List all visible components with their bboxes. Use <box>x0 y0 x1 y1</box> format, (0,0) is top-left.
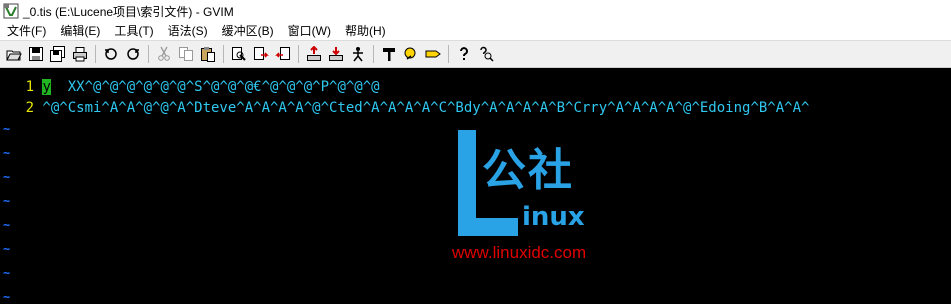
empty-line-marker: ~ <box>3 218 11 232</box>
print-icon <box>73 47 87 62</box>
redo-icon <box>127 48 139 60</box>
cut-icon <box>158 46 170 61</box>
copy-button[interactable] <box>175 43 197 65</box>
menu-buffers[interactable]: 缓冲区(B) <box>215 22 281 40</box>
line-text: XX^@^@^@^@^@^@^S^@^@^@€^@^@^@^P^@^@^@ <box>50 79 380 95</box>
tag-jump-icon <box>425 50 441 58</box>
watermark-logo-l-base <box>458 218 518 236</box>
save-icon <box>29 47 43 61</box>
load-session-button[interactable] <box>303 43 325 65</box>
make-button[interactable] <box>378 43 400 65</box>
linuxidc-watermark: 公社 inux www.linuxidc.com <box>452 130 622 270</box>
save-session-icon <box>329 47 343 61</box>
line-number: 1 <box>25 79 34 95</box>
window-title: _0.tis (E:\Lucene项目\索引文件) - GVIM <box>23 4 234 19</box>
load-session-icon <box>307 46 321 61</box>
toolbar-separator <box>95 45 96 63</box>
watermark-url: www.linuxidc.com <box>452 243 587 262</box>
make-icon <box>383 48 395 61</box>
redo-button[interactable] <box>122 43 144 65</box>
menu-syntax[interactable]: 语法(S) <box>161 22 215 40</box>
help-button[interactable] <box>453 43 475 65</box>
menu-file[interactable]: 文件(F) <box>0 22 53 40</box>
undo-button[interactable] <box>100 43 122 65</box>
empty-line-marker: ~ <box>3 266 11 280</box>
empty-line-marker: ~ <box>3 122 11 136</box>
run-script-icon <box>353 47 363 62</box>
toolbar-separator <box>298 45 299 63</box>
toolbar-separator <box>148 45 149 63</box>
empty-line-marker: ~ <box>3 290 11 304</box>
text-cursor: y <box>42 79 51 95</box>
toolbar-separator <box>448 45 449 63</box>
watermark-logo-suffix: inux <box>522 202 585 232</box>
line-number: 2 <box>25 100 34 116</box>
line-text: ^@^Csmi^A^A^@^@^A^Dteve^A^A^A^A^@^Cted^A… <box>34 100 810 116</box>
save-button[interactable] <box>25 43 47 65</box>
menu-window[interactable]: 窗口(W) <box>281 22 338 40</box>
empty-line-marker: ~ <box>3 194 11 208</box>
watermark-logo-text: 公社 <box>482 145 574 196</box>
copy-icon <box>179 47 193 61</box>
cut-button[interactable] <box>153 43 175 65</box>
gvim-app-icon <box>3 3 19 19</box>
save-all-icon <box>50 46 65 62</box>
paste-icon <box>201 47 215 62</box>
open-icon <box>6 50 22 61</box>
editor-line: 1 y XX^@^@^@^@^@^@^S^@^@^@€^@^@^@^P^@^@^… <box>0 77 380 98</box>
empty-line-marker: ~ <box>3 146 11 160</box>
find-prev-button[interactable] <box>272 43 294 65</box>
toolbar-separator <box>223 45 224 63</box>
menu-bar: 文件(F) 编辑(E) 工具(T) 语法(S) 缓冲区(B) 窗口(W) 帮助(… <box>0 22 951 40</box>
find-next-button[interactable] <box>250 43 272 65</box>
menu-edit[interactable]: 编辑(E) <box>53 22 107 40</box>
run-script-button[interactable] <box>347 43 369 65</box>
toolbar-separator <box>373 45 374 63</box>
menu-tools[interactable]: 工具(T) <box>107 22 160 40</box>
paste-button[interactable] <box>197 43 219 65</box>
shell-icon <box>404 47 416 60</box>
tag-jump-button[interactable] <box>422 43 444 65</box>
gvim-window: _0.tis (E:\Lucene项目\索引文件) - GVIM 文件(F) 编… <box>0 0 951 304</box>
find-replace-icon <box>232 47 246 61</box>
find-help-button[interactable] <box>475 43 497 65</box>
toolbar <box>0 40 951 68</box>
menu-help[interactable]: 帮助(H) <box>338 22 393 40</box>
save-session-button[interactable] <box>325 43 347 65</box>
title-bar[interactable]: _0.tis (E:\Lucene项目\索引文件) - GVIM <box>0 0 951 22</box>
find-replace-button[interactable] <box>228 43 250 65</box>
find-help-icon <box>480 46 494 62</box>
save-all-button[interactable] <box>47 43 69 65</box>
find-prev-icon <box>275 47 290 60</box>
editor-line: 2 ^@^Csmi^A^A^@^@^A^Dteve^A^A^A^A^@^Cted… <box>0 98 810 119</box>
shell-button[interactable] <box>400 43 422 65</box>
open-button[interactable] <box>3 43 25 65</box>
empty-line-marker: ~ <box>3 242 11 256</box>
find-next-icon <box>254 47 269 60</box>
print-button[interactable] <box>69 43 91 65</box>
help-icon <box>460 47 468 60</box>
undo-icon <box>105 48 117 60</box>
empty-line-marker: ~ <box>3 170 11 184</box>
